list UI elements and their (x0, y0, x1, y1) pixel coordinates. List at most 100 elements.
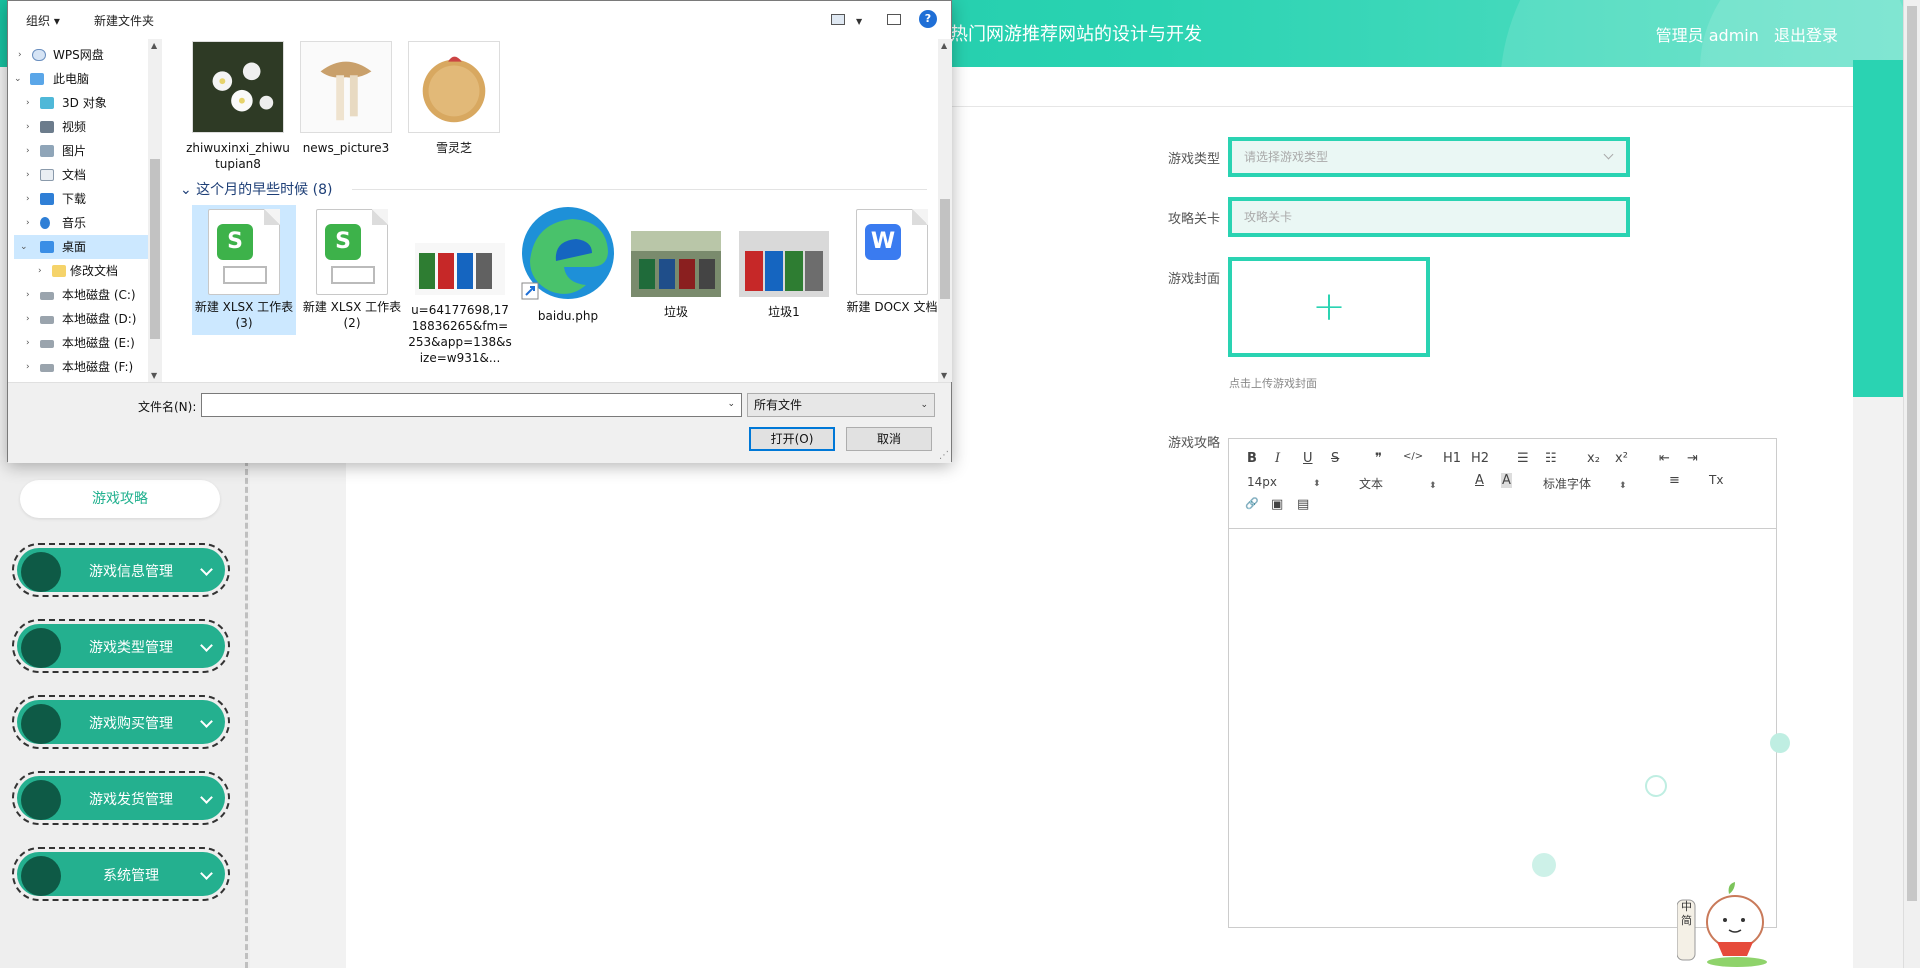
align-icon[interactable]: ≡ (1669, 473, 1680, 488)
photo-thumbnail (631, 231, 721, 297)
h2-button[interactable]: H2 (1471, 451, 1489, 466)
nav-item-pictures[interactable]: › 图片 (8, 139, 148, 163)
photo-thumbnail (415, 243, 505, 295)
logout-link[interactable]: 退出登录 (1774, 26, 1838, 45)
sidebar-menu-game-purchase[interactable]: 游戏购买管理 (12, 695, 230, 749)
chevron-down-icon[interactable]: ▼ (856, 17, 862, 26)
file-item[interactable]: 垃圾 (624, 205, 728, 320)
sidebar-menu-game-type[interactable]: 游戏类型管理 (12, 619, 230, 673)
file-item[interactable]: W 新建 DOCX 文档 (840, 205, 938, 315)
drive-icon (40, 364, 54, 372)
sidebar-menu-game-shipping[interactable]: 游戏发货管理 (12, 771, 230, 825)
open-button[interactable]: 打开(O) (749, 427, 835, 451)
game-type-select[interactable]: 请选择游戏类型 (1228, 137, 1630, 177)
nav-item-videos[interactable]: › 视频 (8, 115, 148, 139)
app-title: 热门网游推荐网站的设计与开发 (950, 24, 1202, 45)
page-scrollbar[interactable] (1903, 0, 1920, 968)
level-input[interactable]: 攻略关卡 (1228, 197, 1630, 237)
xlsx-file-icon: S (208, 209, 280, 295)
subscript-button[interactable]: x₂ (1587, 451, 1600, 466)
xlsx-file-icon: S (316, 209, 388, 295)
guide-label: 游戏攻略 (1167, 436, 1220, 451)
image-icon[interactable]: ▣ (1271, 497, 1283, 512)
nav-item-this-pc[interactable]: ⌄ 此电脑 (8, 67, 148, 91)
mascot-text: 中简 (1681, 900, 1692, 927)
sidebar-subitem-game-guide[interactable]: 游戏攻略 (20, 480, 220, 518)
bullet-list-icon[interactable]: ☷ (1545, 451, 1557, 466)
tabs-bar (950, 67, 1853, 107)
font-color-icon[interactable]: A (1475, 473, 1484, 488)
indent-icon[interactable]: ⇥ (1687, 451, 1698, 466)
file-item[interactable]: 垃圾1 (732, 205, 836, 320)
underline-button[interactable]: U (1303, 451, 1313, 466)
scroll-up-icon[interactable]: ▲ (941, 41, 947, 50)
bold-button[interactable]: B (1247, 451, 1257, 466)
chevron-down-icon[interactable]: ⌄ (727, 399, 735, 409)
sidebar-menu-game-info[interactable]: 游戏信息管理 (12, 543, 230, 597)
file-open-dialog: 组织 ▾ 新建文件夹 ▼ ? › WPS网盘 ⌄ 此电脑 › 3D 对象 › 视… (7, 0, 952, 463)
sidebar-menu-system[interactable]: 系统管理 (12, 847, 230, 901)
file-item[interactable]: S 新建 XLSX 工作表 (2) (300, 205, 404, 331)
nav-item-3d-objects[interactable]: › 3D 对象 (8, 91, 148, 115)
clear-format-icon[interactable]: Tx (1709, 473, 1723, 487)
link-icon[interactable]: 🔗 (1245, 497, 1259, 510)
scroll-down-icon[interactable]: ▼ (941, 371, 947, 380)
font-family-select[interactable]: 标准字体 ⬍ (1543, 475, 1627, 492)
italic-button[interactable]: I (1275, 451, 1280, 466)
cover-upload-button[interactable]: + (1228, 257, 1430, 357)
file-item[interactable]: zhiwuxinxi_zhiwutupian8 (186, 41, 290, 172)
file-name: 新建 DOCX 文档 (846, 300, 938, 314)
group-header[interactable]: ⌄ 这个月的早些时候 (8) (180, 179, 332, 199)
level-label: 攻略关卡 (1167, 212, 1220, 227)
h1-button[interactable]: H1 (1443, 451, 1461, 466)
nav-item-downloads[interactable]: › 下载 (8, 187, 148, 211)
file-item-selected[interactable]: S 新建 XLSX 工作表 (3) (192, 205, 296, 335)
nav-item-drive-d[interactable]: › 本地磁盘 (D:) (8, 307, 148, 331)
quote-icon[interactable]: ❞ (1375, 451, 1382, 466)
file-item[interactable]: baidu.php (516, 205, 620, 324)
cancel-button[interactable]: 取消 (846, 427, 932, 451)
outdent-icon[interactable]: ⇤ (1659, 451, 1670, 466)
font-size-select[interactable]: 14px ⬍ (1247, 475, 1321, 489)
scroll-down-icon[interactable]: ▼ (151, 371, 157, 380)
resize-grip-icon[interactable]: ⋰ (939, 450, 949, 461)
decorative-circle (1645, 775, 1667, 797)
help-icon[interactable]: ? (919, 10, 937, 28)
decorative-circle (1770, 733, 1790, 753)
file-name: 新建 XLSX 工作表 (2) (302, 300, 402, 330)
filename-input[interactable]: ⌄ (201, 393, 742, 417)
file-item[interactable]: news_picture3 (294, 41, 398, 156)
code-icon[interactable]: </> (1403, 451, 1423, 462)
nav-item-wps-cloud[interactable]: › WPS网盘 (8, 43, 148, 67)
3d-objects-icon (40, 97, 54, 109)
menu-dot-icon (21, 552, 61, 592)
nav-item-edit-docs[interactable]: › 修改文档 (8, 259, 148, 283)
file-item[interactable]: u=64177698,1718836265&fm=253&app=138&siz… (408, 205, 512, 366)
file-list-scrollbar[interactable]: ▲ ▼ (938, 39, 952, 382)
chevron-down-icon (200, 867, 213, 880)
filename-label: 文件名(N): (138, 400, 197, 414)
nav-item-drive-f[interactable]: › 本地磁盘 (F:) (8, 355, 148, 375)
new-folder-button[interactable]: 新建文件夹 (94, 12, 154, 29)
scroll-up-icon[interactable]: ▲ (151, 41, 157, 50)
video-icon[interactable]: ▤ (1297, 497, 1309, 512)
view-options-icon[interactable] (831, 14, 845, 25)
text-style-select[interactable]: 文本 ⬍ (1359, 475, 1437, 492)
strike-button[interactable]: S (1331, 451, 1339, 466)
preview-pane-icon[interactable] (887, 14, 901, 25)
organize-button[interactable]: 组织 ▾ (26, 12, 60, 29)
superscript-button[interactable]: x² (1615, 451, 1628, 466)
nav-item-drive-e[interactable]: › 本地磁盘 (E:) (8, 331, 148, 355)
nav-item-music[interactable]: › 音乐 (8, 211, 148, 235)
nav-item-drive-c[interactable]: › 本地磁盘 (C:) (8, 283, 148, 307)
edge-browser-icon (521, 207, 614, 300)
file-type-select[interactable]: 所有文件 ⌄ (747, 393, 935, 417)
nav-item-documents[interactable]: › 文档 (8, 163, 148, 187)
nav-item-desktop[interactable]: ⌄ 桌面 (14, 235, 148, 259)
file-name: baidu.php (537, 309, 599, 323)
background-color-icon[interactable]: A (1501, 473, 1512, 488)
file-item[interactable]: 雪灵芝 (402, 41, 506, 156)
nav-scrollbar[interactable]: ▲ ▼ (148, 39, 162, 382)
docx-file-icon: W (856, 209, 928, 295)
ordered-list-icon[interactable]: ☰ (1517, 451, 1529, 466)
